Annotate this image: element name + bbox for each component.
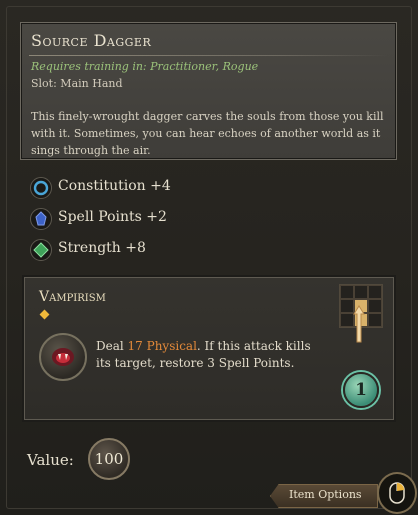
value-amount: 100 — [88, 438, 130, 480]
mouse-right-click-icon[interactable] — [377, 472, 417, 514]
item-options-button[interactable]: Item Options — [270, 484, 378, 508]
item-requirement: Requires training in: Practitioner, Rogu… — [31, 60, 259, 73]
value-label: Value: — [27, 451, 74, 469]
ability-diamond-icon — [39, 309, 50, 320]
ability-text-prefix: Deal — [96, 339, 128, 353]
ability-description: Deal 17 Physical. If this attack kills i… — [96, 338, 321, 372]
strength-icon — [30, 239, 52, 261]
stat-label: Strength +8 — [58, 240, 146, 256]
title-divider — [29, 55, 388, 56]
item-slot: Slot: Main Hand — [31, 77, 123, 90]
ability-damage: 17 Physical — [127, 339, 197, 353]
item-title: Source Dagger — [31, 31, 152, 50]
stat-label: Constitution +4 — [58, 178, 171, 194]
ability-name: Vampirism — [39, 289, 106, 305]
item-tooltip: Source Dagger Requires training in: Prac… — [0, 0, 418, 515]
item-header: Source Dagger Requires training in: Prac… — [20, 22, 397, 160]
item-options-label: Item Options — [289, 488, 362, 501]
constitution-icon — [30, 177, 52, 199]
ability-card[interactable]: Vampirism Deal 17 Physical. If this atta… — [24, 277, 394, 420]
item-description: This finely-wrought dagger carves the so… — [31, 110, 384, 157]
spell-points-icon — [30, 208, 52, 230]
stat-label: Spell Points +2 — [58, 209, 167, 225]
range-arrow-icon — [353, 305, 365, 343]
vampirism-icon[interactable] — [39, 333, 87, 381]
ability-cost-badge: 1 — [343, 372, 379, 408]
